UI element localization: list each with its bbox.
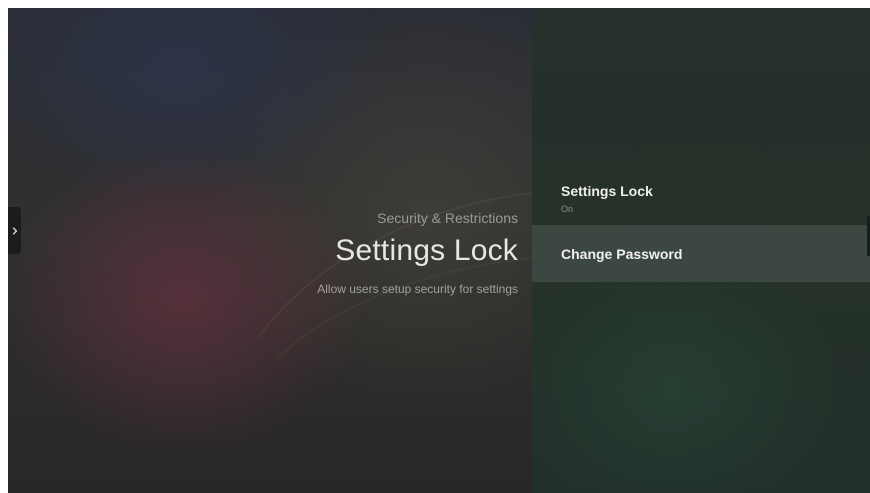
menu-item-title: Change Password [561,246,683,262]
tv-settings-screen: Security & Restrictions Settings Lock Al… [8,8,870,493]
page-title: Settings Lock [335,234,518,267]
page-description: Allow users setup security for settings [317,282,518,296]
menu-item-settings-lock[interactable]: Settings Lock On [532,174,870,220]
chevron-right-icon [12,226,17,235]
menu-item-status: On [561,204,574,214]
menu-item-change-password[interactable]: Change Password [532,225,870,282]
menu-item-title: Settings Lock [561,183,653,199]
expand-panel-tab[interactable] [8,207,21,254]
settings-menu-panel: Settings Lock On Change Password [532,8,870,493]
breadcrumb: Security & Restrictions [377,210,518,226]
header-panel: Security & Restrictions Settings Lock Al… [8,8,532,493]
